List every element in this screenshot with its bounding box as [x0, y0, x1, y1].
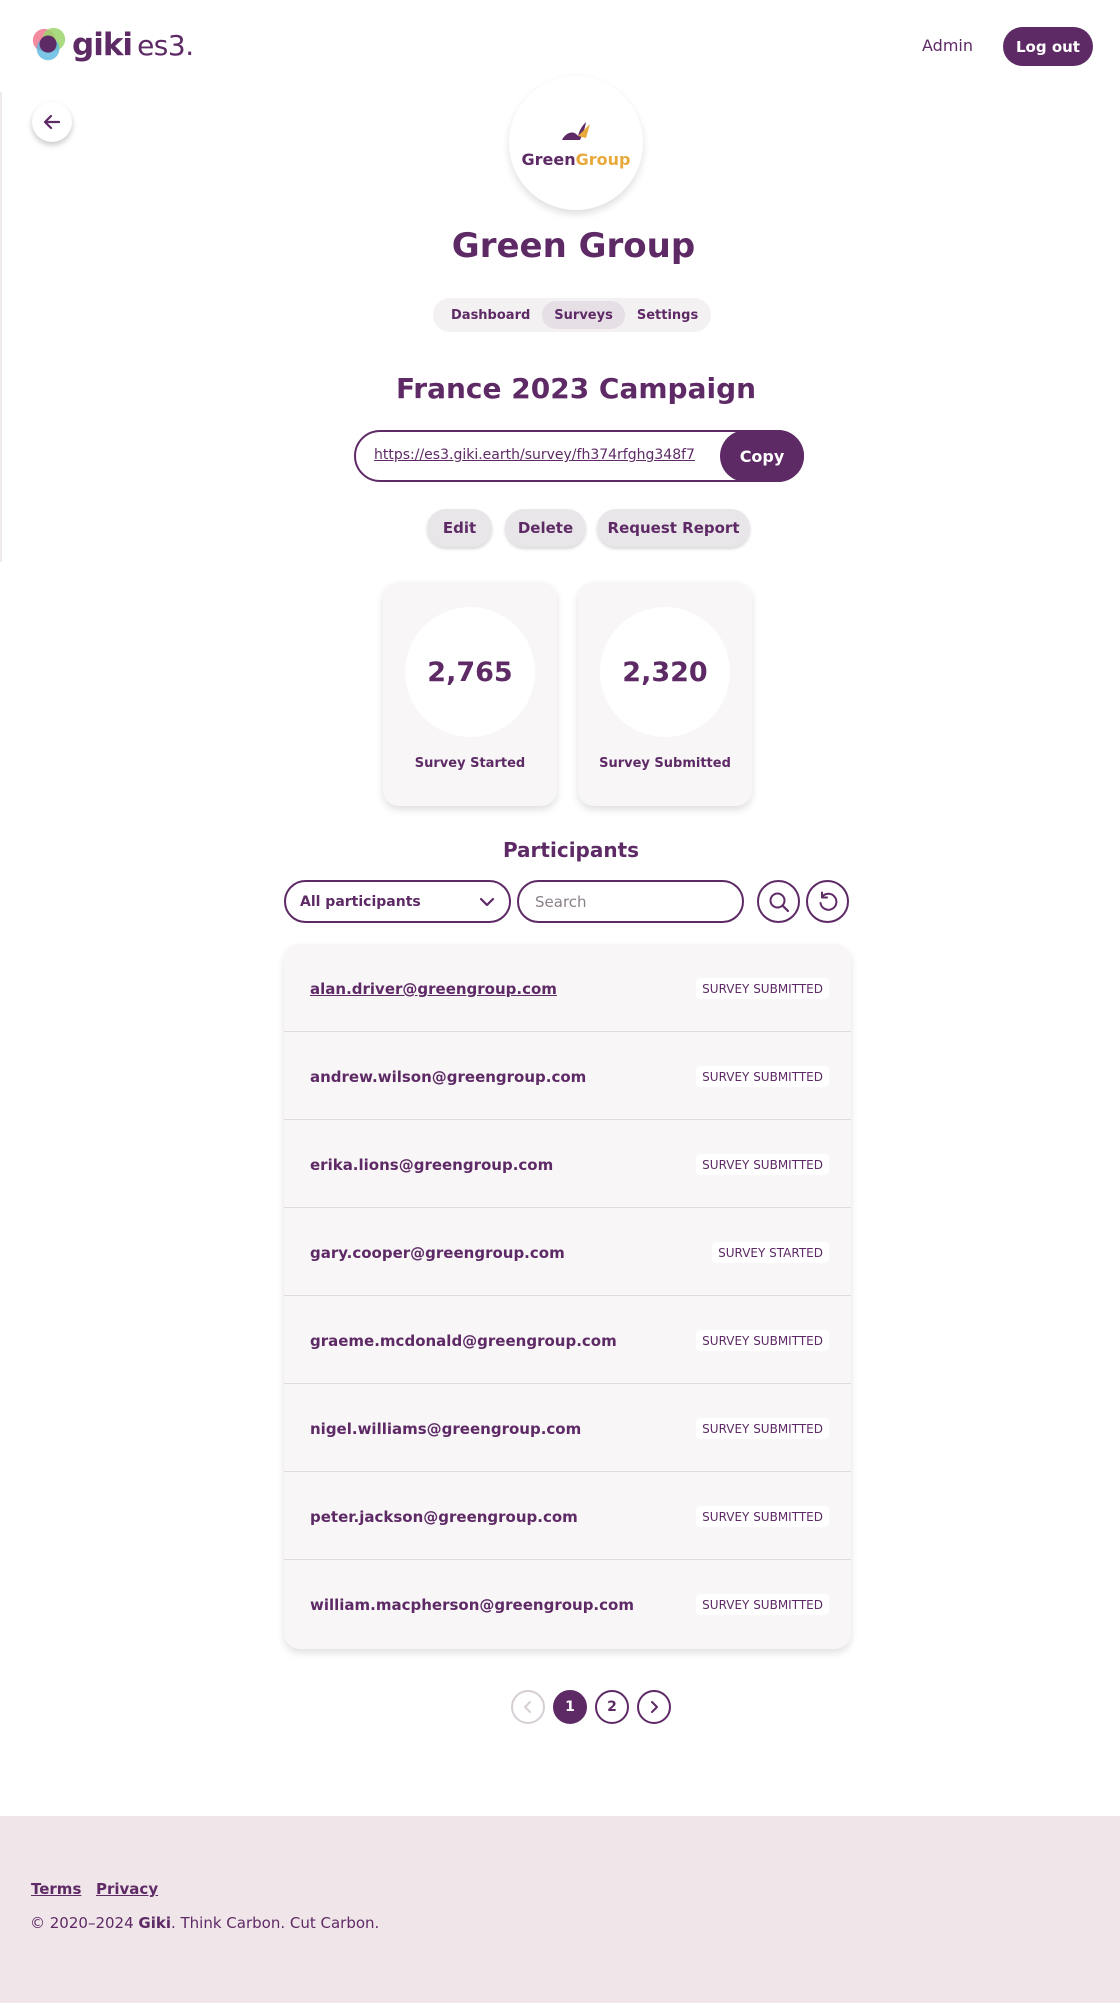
status-badge: SURVEY SUBMITTED [696, 1506, 829, 1527]
logo-wordmark: giki [72, 27, 133, 63]
list-item[interactable]: erika.lions@greengroup.com SURVEY SUBMIT… [284, 1120, 851, 1208]
stat-value: 2,765 [405, 607, 535, 737]
stat-card-submitted: 2,320 Survey Submitted [578, 582, 752, 806]
reset-button[interactable] [806, 880, 849, 923]
list-item[interactable]: alan.driver@greengroup.com SURVEY SUBMIT… [284, 944, 851, 1032]
page-footer: Terms Privacy © 2020–2024 Giki. Think Ca… [0, 1816, 1120, 2003]
participant-email: graeme.mcdonald@greengroup.com [310, 1332, 617, 1350]
tab-dashboard[interactable]: Dashboard [439, 301, 542, 329]
participant-search-input[interactable] [517, 880, 744, 923]
stat-card-started: 2,765 Survey Started [383, 582, 557, 806]
next-page-button[interactable] [637, 1690, 671, 1724]
prev-page-button[interactable] [511, 1690, 545, 1724]
search-button[interactable] [757, 880, 800, 923]
copy-url-button[interactable]: Copy [720, 430, 804, 482]
organisation-logo: GreenGroup [509, 76, 643, 210]
status-badge: SURVEY SUBMITTED [696, 1418, 829, 1439]
list-item[interactable]: graeme.mcdonald@greengroup.com SURVEY SU… [284, 1296, 851, 1384]
tab-settings[interactable]: Settings [625, 301, 710, 329]
campaign-title: France 2023 Campaign [395, 372, 757, 405]
status-badge: SURVEY SUBMITTED [696, 978, 829, 999]
participant-email: andrew.wilson@greengroup.com [310, 1068, 587, 1086]
privacy-link[interactable]: Privacy [96, 1880, 158, 1898]
edit-button[interactable]: Edit [427, 509, 492, 547]
admin-link[interactable]: Admin [922, 36, 973, 55]
logo-product: es3. [137, 28, 194, 62]
giki-logo[interactable]: giki es3. [30, 26, 194, 64]
stat-label: Survey Started [414, 756, 526, 771]
participant-email: peter.jackson@greengroup.com [310, 1508, 578, 1526]
page-2-button[interactable]: 2 [595, 1690, 629, 1724]
participant-email: william.macpherson@greengroup.com [310, 1596, 634, 1614]
participant-email: erika.lions@greengroup.com [310, 1156, 554, 1174]
logo-word-group: Group [575, 149, 631, 169]
terms-link[interactable]: Terms [31, 1880, 81, 1898]
copyright-text: © 2020–2024 Giki. Think Carbon. Cut Carb… [30, 1914, 379, 1932]
organisation-title: Green Group [451, 226, 696, 266]
page-1-button[interactable]: 1 [553, 1690, 587, 1724]
list-item[interactable]: nigel.williams@greengroup.com SURVEY SUB… [284, 1384, 851, 1472]
status-badge: SURVEY SUBMITTED [696, 1154, 829, 1175]
arrow-left-icon [43, 114, 61, 130]
chevron-right-icon [651, 1701, 658, 1713]
giki-logo-icon [32, 27, 66, 61]
participant-email: nigel.williams@greengroup.com [310, 1420, 582, 1438]
status-badge: SURVEY SUBMITTED [696, 1594, 829, 1615]
organisation-logo-text: GreenGroup [522, 150, 631, 169]
survey-url-link[interactable]: https://es3.giki.earth/survey/fh374rfghg… [374, 447, 695, 463]
stat-label: Survey Submitted [599, 756, 731, 771]
list-item[interactable]: gary.cooper@greengroup.com SURVEY STARTE… [284, 1208, 851, 1296]
participant-email[interactable]: alan.driver@greengroup.com [310, 980, 557, 998]
participants-title: Participants [502, 838, 640, 862]
refresh-icon [819, 891, 837, 911]
logo-word-green: Green [521, 149, 576, 169]
bird-icon [562, 121, 590, 140]
copyright-brand: Giki [138, 1914, 171, 1932]
delete-button[interactable]: Delete [505, 509, 586, 547]
org-tabs: Dashboard Surveys Settings [433, 298, 711, 332]
chevron-left-icon [524, 1701, 531, 1713]
request-report-button[interactable]: Request Report [597, 509, 750, 547]
list-item[interactable]: andrew.wilson@greengroup.com SURVEY SUBM… [284, 1032, 851, 1120]
back-button[interactable] [32, 102, 72, 142]
tab-surveys[interactable]: Surveys [542, 301, 625, 329]
copyright-tagline: . Think Carbon. Cut Carbon. [170, 1914, 380, 1932]
logout-button[interactable]: Log out [1003, 27, 1093, 66]
list-item[interactable]: peter.jackson@greengroup.com SURVEY SUBM… [284, 1472, 851, 1560]
page-divider [0, 92, 2, 562]
chevron-down-icon [479, 897, 495, 906]
participant-email: gary.cooper@greengroup.com [310, 1244, 565, 1262]
copyright-prefix: © 2020–2024 [30, 1914, 139, 1932]
search-icon [769, 892, 789, 912]
filter-value: All participants [300, 893, 421, 910]
stat-value: 2,320 [600, 607, 730, 737]
participant-list: alan.driver@greengroup.com SURVEY SUBMIT… [284, 944, 851, 1649]
status-badge: SURVEY SUBMITTED [696, 1330, 829, 1351]
list-item[interactable]: william.macpherson@greengroup.com SURVEY… [284, 1560, 851, 1648]
participant-filter-select[interactable]: All participants [284, 880, 511, 923]
status-badge: SURVEY STARTED [712, 1242, 829, 1263]
status-badge: SURVEY SUBMITTED [696, 1066, 829, 1087]
